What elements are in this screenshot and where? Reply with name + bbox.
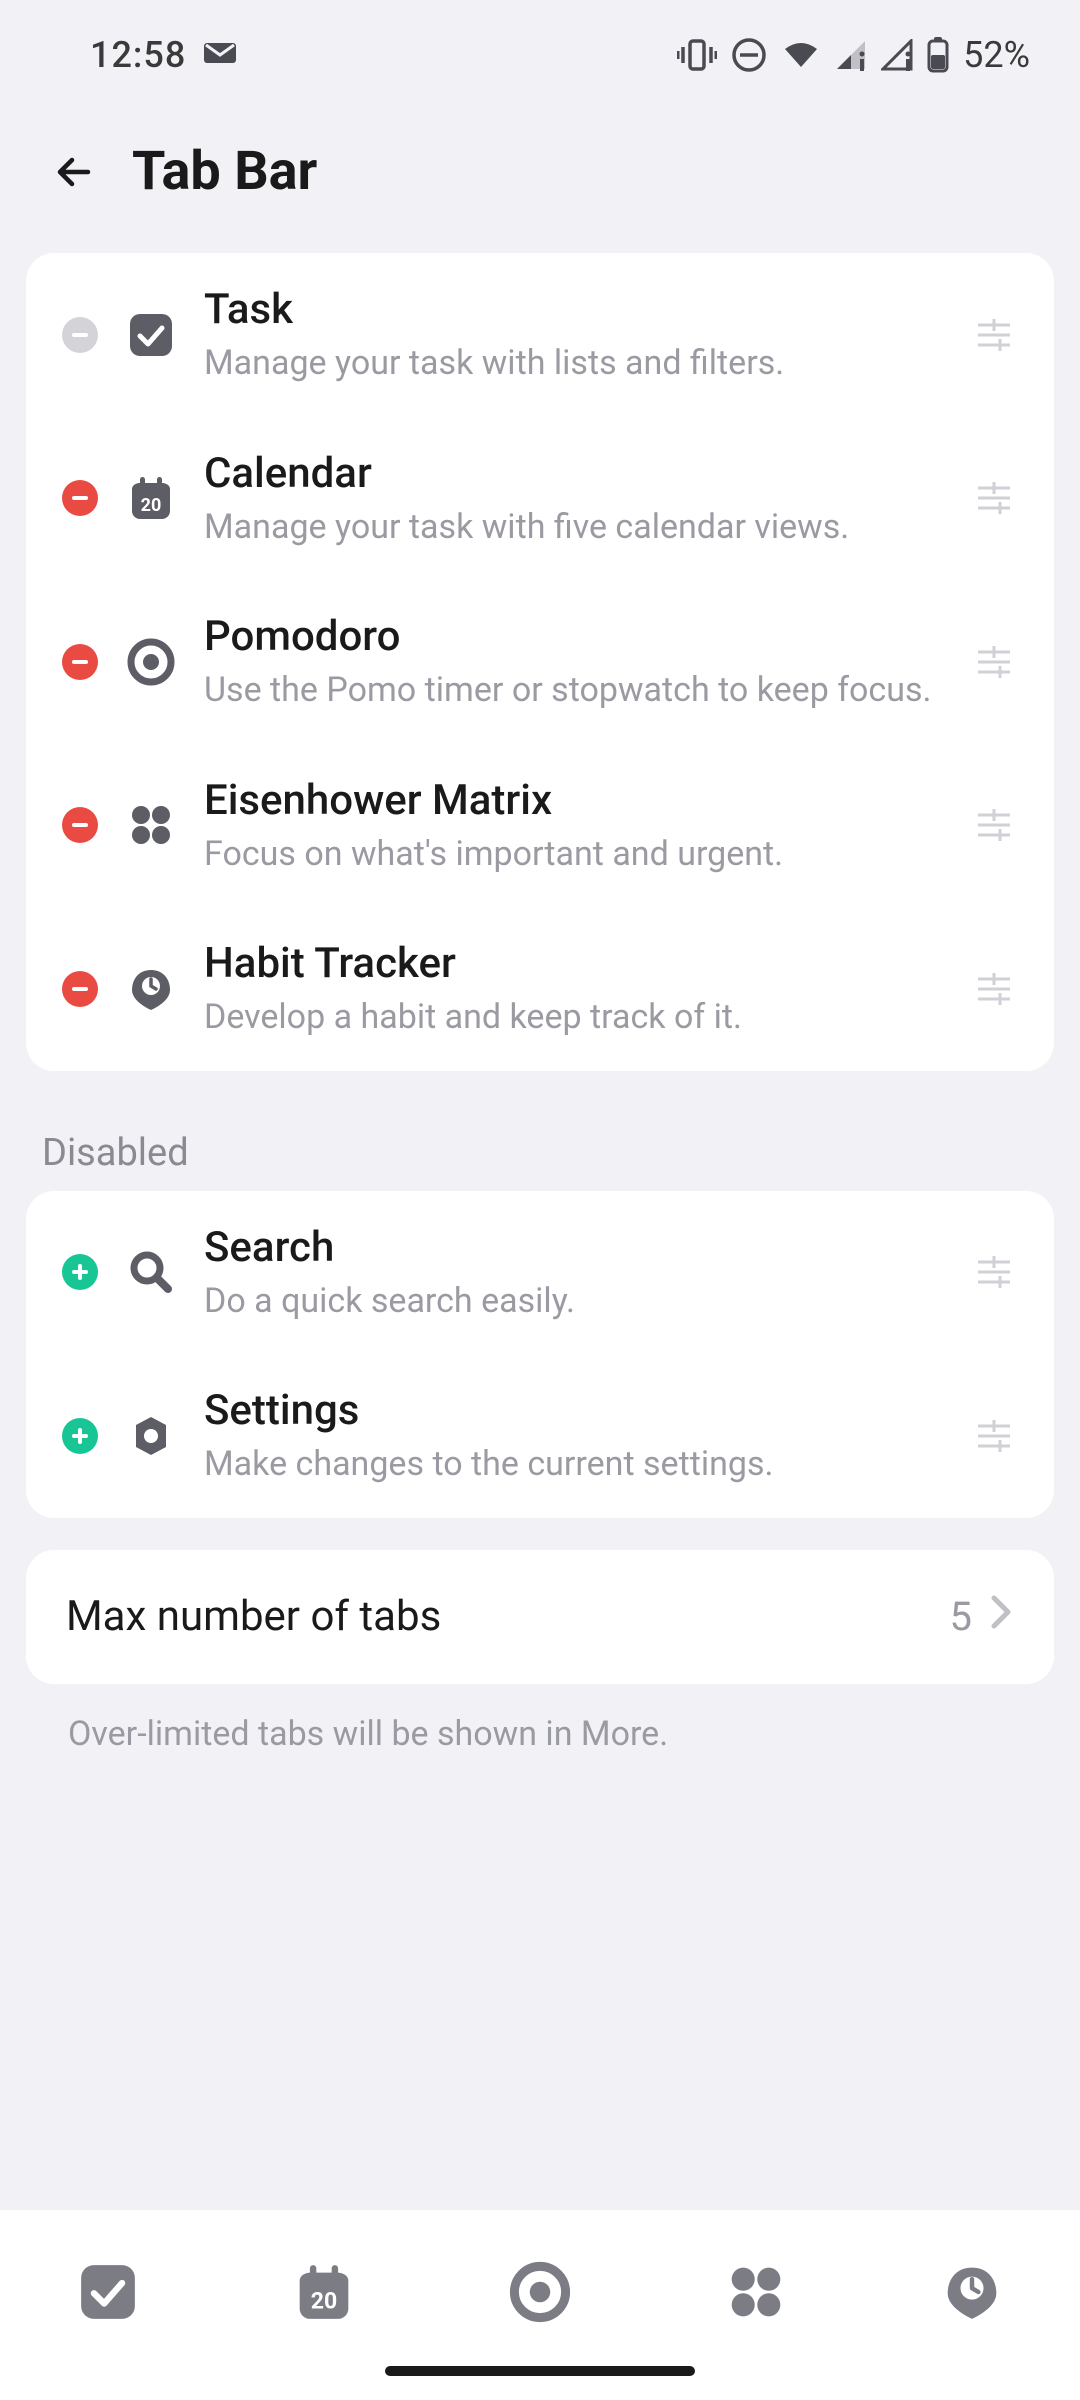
header: Tab Bar (0, 110, 1080, 253)
drag-handle[interactable] (970, 315, 1018, 355)
tab-task[interactable] (58, 2242, 158, 2342)
row-desc: Manage your task with lists and filters. (204, 342, 942, 385)
drag-handle[interactable] (970, 642, 1018, 682)
row-desc: Do a quick search easily. (204, 1280, 942, 1323)
row-title: Task (204, 285, 942, 334)
row-title: Pomodoro (204, 612, 942, 661)
task-icon (126, 310, 176, 360)
page-title: Tab Bar (132, 140, 317, 203)
matrix-icon (126, 800, 176, 850)
chevron-right-icon (988, 1592, 1014, 1642)
battery-icon (927, 37, 949, 73)
arrow-left-icon (50, 148, 98, 196)
row-title: Eisenhower Matrix (204, 776, 942, 825)
bottom-tab-bar (0, 2210, 1080, 2400)
pomodoro-icon (126, 637, 176, 687)
drag-handle[interactable] (970, 969, 1018, 1009)
enabled-tabs-card: Task Manage your task with lists and fil… (26, 253, 1054, 1071)
max-tabs-card[interactable]: Max number of tabs 5 (26, 1550, 1054, 1684)
row-title: Settings (204, 1386, 942, 1435)
remove-button[interactable] (62, 807, 98, 843)
calendar-icon (126, 473, 176, 523)
habit-icon (126, 964, 176, 1014)
max-tabs-hint: Over-limited tabs will be shown in More. (0, 1696, 1080, 1772)
drag-handle[interactable] (970, 1416, 1018, 1456)
add-button[interactable] (62, 1254, 98, 1290)
search-icon (126, 1247, 176, 1297)
voicemail-icon (202, 34, 238, 76)
row-matrix: Eisenhower Matrix Focus on what's import… (26, 744, 1054, 908)
status-time: 12:58 (90, 34, 186, 76)
drag-handle[interactable] (970, 805, 1018, 845)
disabled-section-label: Disabled (0, 1103, 1080, 1191)
tab-pomodoro[interactable] (490, 2242, 590, 2342)
max-tabs-label: Max number of tabs (66, 1592, 441, 1641)
back-button[interactable] (44, 142, 104, 202)
tab-calendar[interactable] (274, 2242, 374, 2342)
row-desc: Make changes to the current settings. (204, 1443, 942, 1486)
dnd-icon (731, 37, 767, 73)
tab-habit[interactable] (922, 2242, 1022, 2342)
tab-matrix[interactable] (706, 2242, 806, 2342)
row-calendar: Calendar Manage your task with five cale… (26, 417, 1054, 581)
row-task: Task Manage your task with lists and fil… (26, 253, 1054, 417)
wifi-icon (781, 39, 821, 71)
row-title: Search (204, 1223, 942, 1272)
remove-button[interactable] (62, 971, 98, 1007)
row-title: Calendar (204, 449, 942, 498)
row-habit: Habit Tracker Develop a habit and keep t… (26, 907, 1054, 1071)
row-pomodoro: Pomodoro Use the Pomo timer or stopwatch… (26, 580, 1054, 744)
row-desc: Focus on what's important and urgent. (204, 833, 942, 876)
signal-1-icon (835, 39, 867, 71)
row-desc: Develop a habit and keep track of it. (204, 996, 942, 1039)
status-bar: 12:58 52% (0, 0, 1080, 110)
settings-icon (126, 1411, 176, 1461)
remove-button[interactable] (62, 480, 98, 516)
disabled-tabs-card: Search Do a quick search easily. Setting… (26, 1191, 1054, 1518)
add-button[interactable] (62, 1418, 98, 1454)
row-desc: Manage your task with five calendar view… (204, 506, 942, 549)
home-indicator[interactable] (385, 2366, 695, 2376)
remove-disabled-icon (62, 317, 98, 353)
battery-percent: 52% (963, 34, 1030, 76)
drag-handle[interactable] (970, 1252, 1018, 1292)
signal-2-icon (881, 39, 913, 71)
max-tabs-value: 5 (950, 1593, 972, 1640)
drag-handle[interactable] (970, 478, 1018, 518)
status-left: 12:58 (90, 34, 238, 76)
remove-button[interactable] (62, 644, 98, 680)
vibrate-icon (677, 37, 717, 73)
row-settings: Settings Make changes to the current set… (26, 1354, 1054, 1518)
row-desc: Use the Pomo timer or stopwatch to keep … (204, 669, 942, 712)
row-title: Habit Tracker (204, 939, 942, 988)
status-right: 52% (677, 34, 1030, 76)
row-search: Search Do a quick search easily. (26, 1191, 1054, 1355)
